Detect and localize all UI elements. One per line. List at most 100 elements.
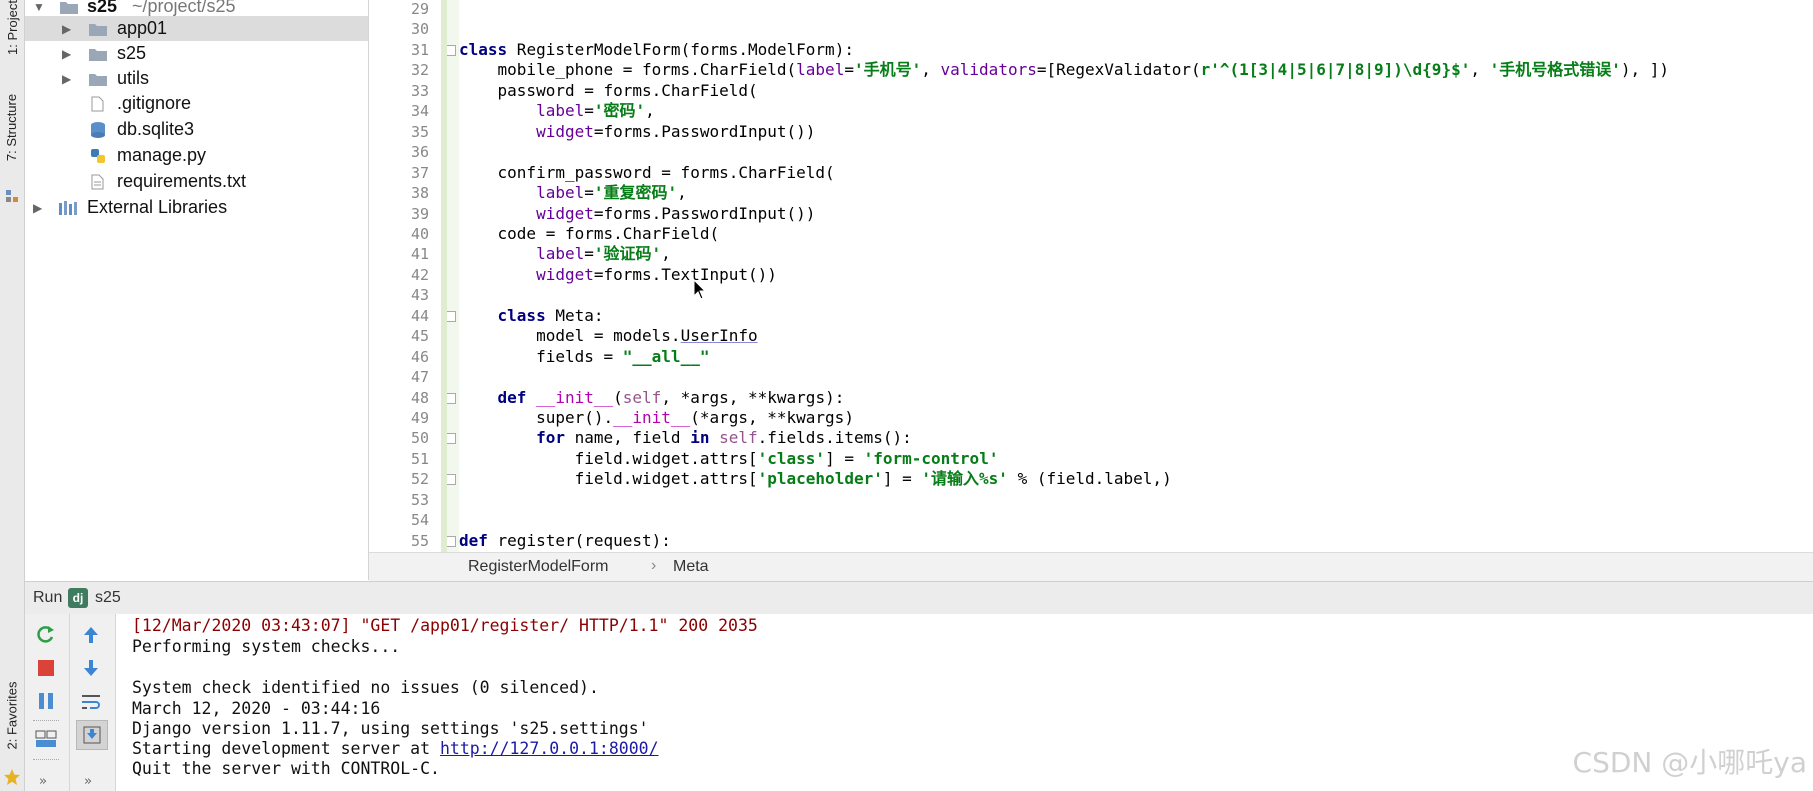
code-line[interactable]: fields = "__all__" — [459, 347, 709, 367]
tree-item-label: app01 — [117, 18, 168, 38]
line-number: 40 — [410, 224, 429, 243]
line-number: 42 — [410, 265, 429, 284]
code-line[interactable]: confirm_password = forms.CharField( — [459, 163, 835, 183]
console-line: System check identified no issues (0 sil… — [132, 678, 599, 697]
console-line: March 12, 2020 - 03:44:16 — [132, 699, 381, 718]
code-line[interactable]: label='验证码', — [459, 244, 671, 264]
tree-item-label: manage.py — [117, 145, 207, 165]
line-number: 37 — [410, 163, 429, 182]
soft-wrap-icon[interactable] — [78, 689, 104, 713]
tree-item-gitignore[interactable]: .gitignore — [25, 91, 368, 116]
code-line[interactable]: model = models.UserInfo — [459, 326, 758, 346]
run-panel-title: Run — [33, 589, 63, 606]
down-icon[interactable] — [78, 656, 104, 680]
code-line[interactable]: class RegisterModelForm(forms.ModelForm)… — [459, 40, 854, 60]
console-line: Quit the server with CONTROL-C. — [132, 759, 440, 778]
structure-tab-label: 7: Structure — [4, 93, 20, 161]
code-line[interactable]: widget=forms.PasswordInput()) — [459, 122, 815, 142]
code-line[interactable]: widget=forms.PasswordInput()) — [459, 204, 815, 224]
line-number: 32 — [410, 61, 429, 80]
tree-item-app01[interactable]: ▶ app01 — [25, 16, 368, 41]
tree-item-manage-py[interactable]: manage.py — [25, 143, 368, 168]
favorites-tab-label: 2: Favorites — [4, 681, 20, 749]
more-actions-icon[interactable]: » — [84, 774, 92, 789]
line-number: 43 — [410, 286, 429, 305]
line-number: 51 — [410, 449, 429, 468]
folder-icon — [89, 23, 107, 36]
run-panel-header: Run dj s25 — [25, 581, 1813, 615]
layout-icon[interactable] — [33, 727, 59, 751]
chevron-down-icon[interactable]: ▼ — [33, 0, 45, 14]
chevron-right-icon[interactable]: ▶ — [62, 22, 71, 36]
scroll-to-end-icon[interactable] — [76, 720, 108, 750]
tree-item-db-sqlite3[interactable]: db.sqlite3 — [25, 117, 368, 142]
code-line[interactable]: field.widget.attrs['class'] = 'form-cont… — [459, 449, 999, 469]
line-number: 45 — [410, 327, 429, 346]
star-icon — [3, 768, 21, 786]
tree-item-requirements[interactable]: requirements.txt — [25, 169, 368, 194]
pause-icon[interactable] — [33, 689, 59, 713]
stop-icon[interactable] — [33, 656, 59, 680]
watermark: CSDN @小哪吒ya — [1572, 746, 1807, 779]
folder-icon — [89, 73, 107, 86]
root-folder-label: s25 — [87, 0, 118, 16]
line-number: 38 — [410, 184, 429, 203]
tree-item-external-libraries[interactable]: ▶ External Libraries — [25, 195, 368, 220]
project-tool-tab[interactable]: 1: Project — [0, 0, 24, 54]
vcs-change-marker — [441, 0, 447, 552]
code-line[interactable]: label='重复密码', — [459, 183, 687, 203]
favorites-tool-tab[interactable]: 2: Favorites — [0, 660, 24, 770]
code-line[interactable]: code = forms.CharField( — [459, 224, 720, 244]
code-line[interactable]: label='密码', — [459, 101, 655, 121]
console-line: Django version 1.11.7, using settings 's… — [132, 719, 649, 738]
root-path-label: ~/project/s25 — [132, 0, 236, 16]
code-line[interactable]: for name, field in self.fields.items(): — [459, 428, 912, 448]
structure-tool-tab[interactable]: 7: Structure — [0, 72, 24, 182]
text-file-icon — [91, 174, 104, 189]
folder-icon — [60, 1, 78, 14]
toolbar-separator — [33, 720, 59, 721]
tree-item-utils[interactable]: ▶ utils — [25, 66, 368, 91]
file-icon — [91, 96, 104, 111]
project-tab-label: 1: Project — [4, 0, 20, 55]
toolbar-divider — [69, 614, 70, 791]
tree-item-label: db.sqlite3 — [117, 119, 195, 139]
breadcrumb-item[interactable]: RegisterModelForm — [468, 558, 608, 576]
chevron-right-icon[interactable]: ▶ — [62, 47, 71, 61]
code-line[interactable]: widget=forms.TextInput()) — [459, 265, 777, 285]
tree-item-label: s25 — [117, 43, 147, 63]
folder-icon — [89, 48, 107, 61]
code-editor[interactable]: class RegisterModelForm(forms.ModelForm)… — [459, 0, 1813, 552]
line-number: 30 — [410, 20, 429, 39]
tree-item-s25[interactable]: ▶ s25 — [25, 41, 368, 66]
more-actions-icon[interactable]: » — [39, 774, 47, 789]
up-icon[interactable] — [78, 623, 104, 647]
rerun-icon[interactable] — [33, 623, 59, 647]
run-console[interactable]: [12/Mar/2020 03:43:07] "GET /app01/regis… — [116, 614, 1813, 791]
code-line[interactable]: def __init__(self, *args, **kwargs): — [459, 388, 845, 408]
code-line[interactable]: class Meta: — [459, 306, 604, 326]
line-number: 52 — [410, 470, 429, 489]
left-tool-strip: 1: Project 7: Structure 2: Favorites — [0, 0, 25, 791]
line-number: 53 — [410, 490, 429, 509]
server-url-link[interactable]: http://127.0.0.1:8000/ — [440, 739, 659, 758]
line-number: 44 — [410, 306, 429, 325]
line-number: 39 — [410, 204, 429, 223]
chevron-right-icon[interactable]: ▶ — [33, 201, 42, 215]
console-line: Performing system checks... — [132, 637, 401, 656]
code-line[interactable]: def register(request): — [459, 531, 671, 551]
line-number: 48 — [410, 388, 429, 407]
python-file-icon — [91, 148, 105, 163]
code-line[interactable]: field.widget.attrs['placeholder'] = '请输入… — [459, 469, 1172, 489]
tree-item-label: .gitignore — [117, 93, 192, 113]
run-config-tab[interactable]: s25 — [95, 589, 121, 607]
line-number: 50 — [410, 429, 429, 448]
chevron-right-icon[interactable]: ▶ — [62, 72, 71, 86]
line-number: 47 — [410, 368, 429, 387]
code-line[interactable]: super().__init__(*args, **kwargs) — [459, 408, 854, 428]
line-number: 54 — [410, 511, 429, 530]
breadcrumb-item[interactable]: Meta — [673, 558, 709, 576]
code-line[interactable]: mobile_phone = forms.CharField(label='手机… — [459, 60, 1670, 80]
tree-item-label: External Libraries — [87, 197, 228, 217]
code-line[interactable]: password = forms.CharField( — [459, 81, 758, 101]
